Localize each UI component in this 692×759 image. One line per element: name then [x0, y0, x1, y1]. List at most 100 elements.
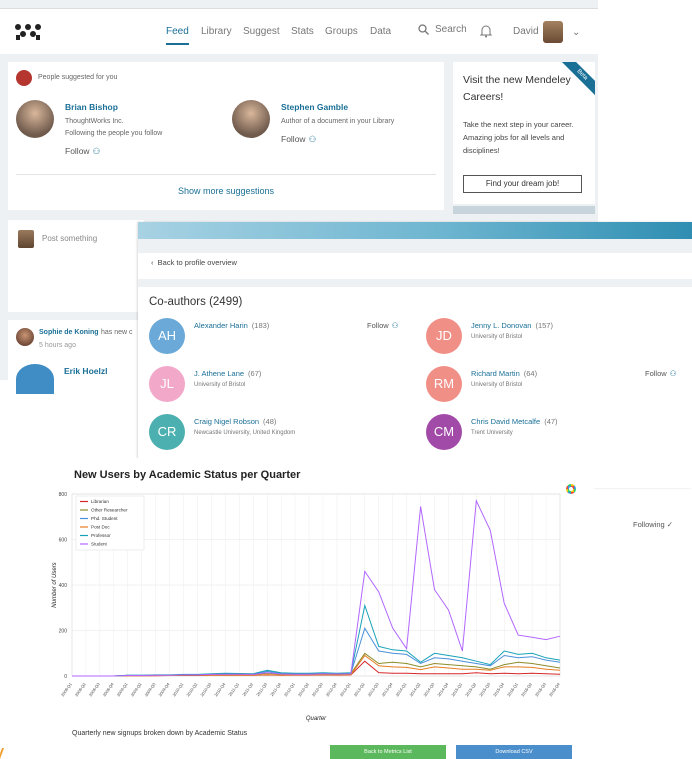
activity-user-name[interactable]: Sophie de Koning — [39, 329, 99, 336]
following-button[interactable]: Following ✓ — [633, 520, 673, 529]
legend-label: Post Doc — [91, 525, 110, 530]
find-job-button[interactable]: Find your dream job! — [463, 175, 582, 193]
x-tick-label: 2014-Q4 — [436, 681, 449, 697]
user-avatar[interactable] — [543, 21, 563, 43]
x-tick-label: 2008-Q2 — [74, 681, 87, 697]
x-tick-label: 2012-Q4 — [325, 681, 338, 697]
coauthor-affiliation: University of Bristol — [471, 382, 523, 388]
add-person-icon: ⚇ — [391, 321, 399, 330]
x-tick-label: 2012-Q2 — [297, 681, 310, 697]
x-tick-label: 2009-Q3 — [143, 681, 156, 697]
series-line-student — [72, 498, 561, 677]
avatar[interactable] — [16, 364, 54, 394]
post-composer[interactable]: Post something — [8, 220, 144, 312]
x-tick-label: 2010-Q2 — [185, 681, 198, 697]
follow-label: Follow — [281, 134, 306, 144]
coauthor-name-text: Richard Martin — [471, 369, 520, 378]
post-input-placeholder[interactable]: Post something — [42, 234, 97, 243]
activity-user-name[interactable]: Erik Hoelzl — [64, 366, 107, 376]
avatar[interactable]: JD — [426, 318, 462, 354]
coauthor-name-text: Jenny L. Donovan — [471, 321, 532, 330]
follow-label: Follow — [367, 321, 389, 330]
person-name[interactable]: Stephen Gamble — [281, 102, 348, 112]
follow-button[interactable]: Follow ⚇ — [645, 369, 676, 378]
coauthor-affiliation: Trent University — [471, 430, 513, 436]
coauthor-count: (67) — [248, 369, 262, 378]
back-to-metrics-button[interactable]: Back to Metrics List — [330, 745, 446, 759]
coauthor-count: (47) — [544, 417, 558, 426]
nav-suggest[interactable]: Suggest — [243, 26, 280, 37]
coauthor-count: (64) — [523, 369, 538, 378]
x-tick-label: 2013-Q2 — [353, 681, 366, 697]
coauthor-name[interactable]: Alexander Harin (183) — [194, 321, 269, 330]
banner-strip — [138, 239, 692, 253]
back-to-profile-link[interactable]: ‹ Back to profile overview — [151, 258, 237, 267]
follow-button[interactable]: Follow ⚇ — [367, 321, 398, 330]
metrics-chart-panel: 0 200 400 600 800 2008-Q1 2008-Q2 2008-Q3 2008-Q… — [0, 458, 594, 759]
avatar[interactable] — [16, 328, 34, 346]
coauthor-name[interactable]: Richard Martin (64) — [471, 369, 537, 378]
coauthor-count: (48) — [263, 417, 277, 426]
chart-title: New Users by Academic Status per Quarter — [74, 469, 301, 481]
x-tick-label: 2014-Q2 — [408, 681, 421, 697]
x-tick-label: 2013-Q1 — [339, 681, 352, 697]
coauthor-name[interactable]: J. Athene Lane (67) — [194, 369, 261, 378]
mendeley-logo-icon[interactable] — [14, 23, 42, 41]
x-tick-label: 2015-Q4 — [492, 681, 505, 697]
coauthor-name[interactable]: Chris David Metcalfe (47) — [471, 417, 558, 426]
avatar[interactable]: CR — [149, 414, 185, 450]
follow-button[interactable]: Follow ⚇ — [65, 146, 100, 157]
coauthor-count: (183) — [251, 321, 270, 330]
people-suggestion-icon — [16, 70, 32, 86]
download-csv-button[interactable]: Download CSV — [456, 745, 572, 759]
x-tick-label: 2011-Q3 — [255, 681, 268, 697]
search-label: Search — [435, 24, 467, 35]
avatar — [18, 230, 34, 248]
y-tick-label: 800 — [59, 492, 68, 498]
x-tick-label: 2015-Q3 — [478, 681, 491, 697]
nav-data[interactable]: Data — [370, 26, 391, 37]
suggestions-header: People suggested for you — [38, 74, 118, 81]
nav-groups[interactable]: Groups — [325, 26, 358, 37]
x-tick-label: 2010-Q4 — [213, 681, 226, 697]
coauthor-affiliation: Newcastle University, United Kingdom — [194, 430, 296, 436]
avatar[interactable]: RM — [426, 366, 462, 402]
legend-label: Librarian — [91, 499, 109, 504]
x-tick-label: 2011-Q1 — [227, 681, 240, 697]
avatar[interactable]: AH — [149, 318, 185, 354]
coauthor-name[interactable]: Craig Nigel Robson (48) — [194, 417, 276, 426]
follow-button[interactable]: Follow ⚇ — [281, 134, 316, 145]
avatar[interactable] — [16, 100, 54, 138]
x-tick-label: 2016-Q4 — [548, 681, 561, 697]
add-person-icon: ⚇ — [669, 369, 677, 378]
x-tick-label: 2015-Q2 — [464, 681, 477, 697]
careers-footer-strip — [453, 206, 595, 214]
careers-title: Visit the new Mendeley Careers! — [463, 74, 571, 103]
nav-feed[interactable]: Feed — [166, 26, 189, 45]
coauthor-name[interactable]: Jenny L. Donovan (157) — [471, 321, 553, 330]
search-button[interactable]: Search — [418, 24, 467, 35]
notifications-bell-icon[interactable] — [479, 24, 493, 38]
user-name[interactable]: David — [513, 26, 539, 37]
avatar[interactable]: JL — [149, 366, 185, 402]
x-tick-label: 2009-Q1 — [116, 681, 129, 697]
show-more-suggestions-link[interactable]: Show more suggestions — [178, 186, 274, 196]
add-person-icon: ⚇ — [308, 134, 317, 144]
avatar[interactable] — [232, 100, 270, 138]
coauthor-affiliation: University of Bristol — [471, 334, 523, 340]
nav-stats[interactable]: Stats — [291, 26, 314, 37]
coauthor-name-text: J. Athene Lane — [194, 369, 245, 378]
search-icon — [418, 24, 429, 35]
x-tick-label: 2013-Q4 — [380, 681, 393, 697]
avatar[interactable]: CM — [426, 414, 462, 450]
coauthors-page: ‹ Back to profile overview Co-authors (2… — [138, 222, 692, 488]
x-tick-label: 2008-Q4 — [102, 681, 115, 697]
chart-logo-center — [569, 487, 573, 491]
coauthor-name-text: Craig Nigel Robson — [194, 417, 260, 426]
chevron-down-icon[interactable]: ⌄ — [572, 27, 580, 38]
person-name[interactable]: Brian Bishop — [65, 102, 118, 112]
checkmark-icon: ✓ — [666, 520, 674, 529]
coauthor-name-text: Chris David Metcalfe — [471, 417, 541, 426]
nav-library[interactable]: Library — [201, 26, 232, 37]
x-tick-label: 2011-Q4 — [269, 681, 282, 697]
